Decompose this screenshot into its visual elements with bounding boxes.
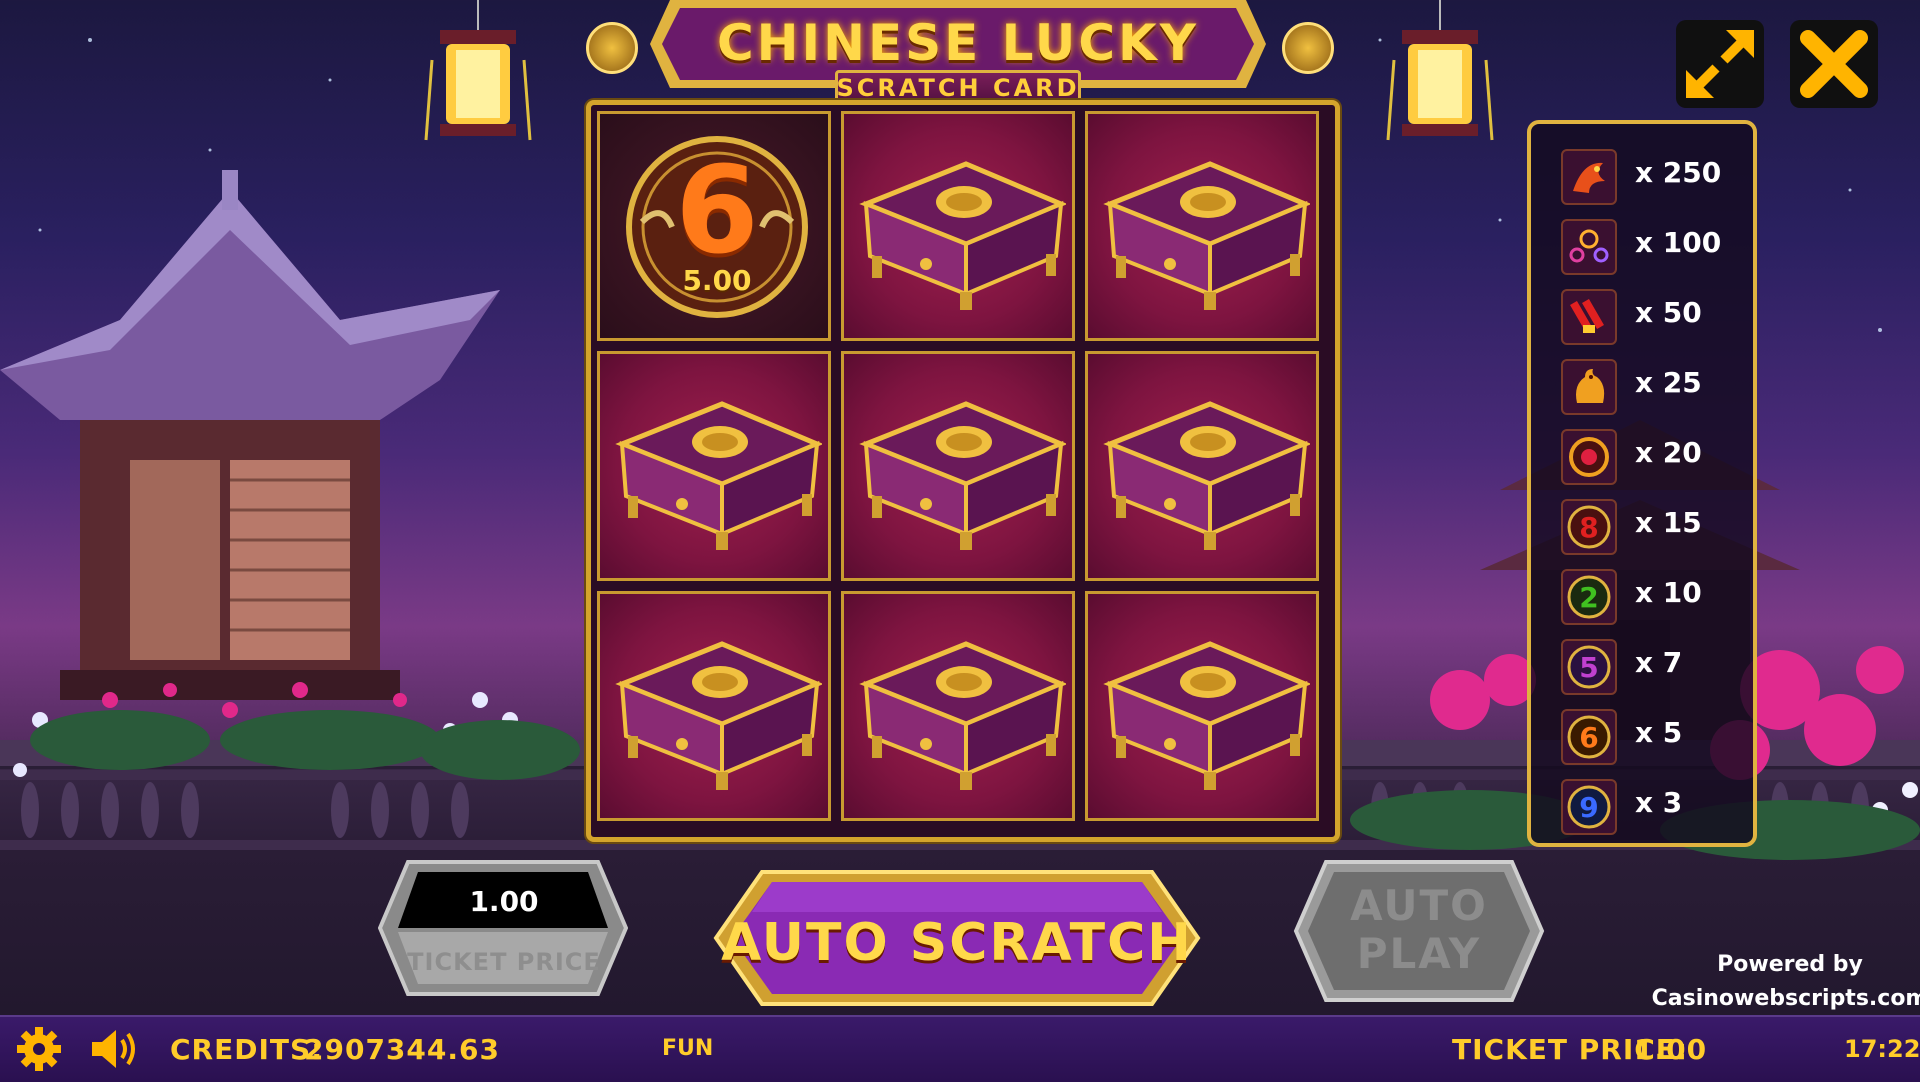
number-2-icon: 2 xyxy=(1561,569,1617,625)
revealed-symbol: 6 xyxy=(675,142,759,281)
multiplier-label: x 250 xyxy=(1635,156,1722,189)
title-medallion-left xyxy=(586,22,638,74)
scratch-cell-1[interactable]: 6 5.00 xyxy=(597,111,831,341)
auto-play-line-1: AUTO xyxy=(1350,881,1488,930)
close-button[interactable] xyxy=(1790,20,1878,108)
number-5-icon: 5 xyxy=(1561,639,1617,695)
scratch-cell-5[interactable] xyxy=(841,351,1075,581)
scratch-cell-2[interactable] xyxy=(841,111,1075,341)
treasure-chest-icon xyxy=(612,624,822,794)
scratch-cell-3[interactable] xyxy=(1085,111,1319,341)
ticket-price-label: TICKET PRICE xyxy=(407,948,601,976)
treasure-chest-icon xyxy=(856,624,1066,794)
number-9-icon: 9 xyxy=(1561,779,1617,835)
revealed-prize-value: 5.00 xyxy=(682,264,752,297)
auto-play-line-2: PLAY xyxy=(1356,929,1482,978)
powered-by-line-1: Powered by xyxy=(1717,952,1863,977)
lantern-left xyxy=(424,0,532,141)
gear-icon[interactable] xyxy=(16,1026,62,1072)
paytable-row: 8 x 15 xyxy=(1561,494,1751,555)
treasure-chest-icon xyxy=(1100,144,1310,314)
paytable-row: 5 x 7 xyxy=(1561,634,1751,695)
fireworks-icon xyxy=(1561,219,1617,275)
speaker-icon[interactable] xyxy=(88,1026,140,1072)
paytable-row: 9 x 3 xyxy=(1561,774,1751,835)
treasure-chest-icon xyxy=(612,384,822,554)
scratch-cell-7[interactable] xyxy=(597,591,831,821)
multiplier-label: x 15 xyxy=(1635,506,1702,539)
paytable-row: x 50 xyxy=(1561,284,1751,345)
treasure-chest-icon xyxy=(1100,624,1310,794)
svg-text:8: 8 xyxy=(1579,511,1598,544)
ticket-price-selector[interactable] xyxy=(378,858,628,998)
play-mode: FUN xyxy=(662,1036,714,1061)
scratch-cell-6[interactable] xyxy=(1085,351,1319,581)
ticket-price-status-value: 1.00 xyxy=(1634,1033,1708,1066)
multiplier-label: x 25 xyxy=(1635,366,1702,399)
multiplier-label: x 5 xyxy=(1635,716,1683,749)
multiplier-label: x 10 xyxy=(1635,576,1702,609)
number-6-icon: 6 xyxy=(1561,709,1617,765)
game-subtitle: SCRATCH CARD xyxy=(836,74,1080,102)
treasure-chest-icon xyxy=(1100,384,1310,554)
dragon-icon xyxy=(1561,149,1617,205)
scratch-board: 6 5.00 xyxy=(586,100,1340,842)
rooster-icon xyxy=(1561,359,1617,415)
scratch-cell-9[interactable] xyxy=(1085,591,1319,821)
paytable-row: x 100 xyxy=(1561,214,1751,275)
paytable-row: 6 x 5 xyxy=(1561,704,1751,765)
paytable: x 250 x 100 x 50 x 25 x 20 8 x 15 2 x 10… xyxy=(1527,120,1757,847)
svg-text:5: 5 xyxy=(1579,651,1598,684)
multiplier-label: x 20 xyxy=(1635,436,1702,469)
scratch-cell-8[interactable] xyxy=(841,591,1075,821)
fullscreen-arrows-icon xyxy=(1686,30,1754,98)
svg-text:6: 6 xyxy=(1579,721,1598,754)
clock: 17:22 xyxy=(1844,1035,1920,1063)
multiplier-label: x 7 xyxy=(1635,646,1683,679)
paytable-row: x 20 xyxy=(1561,424,1751,485)
flower-bushes-left xyxy=(13,682,580,780)
close-x-icon xyxy=(1800,30,1868,98)
svg-text:2: 2 xyxy=(1579,581,1598,614)
title-medallion-right xyxy=(1282,22,1334,74)
svg-text:9: 9 xyxy=(1579,791,1598,824)
firecrackers-icon xyxy=(1561,289,1617,345)
paytable-row: x 25 xyxy=(1561,354,1751,415)
auto-play-label: AUTO PLAY xyxy=(1302,882,1536,978)
fullscreen-button[interactable] xyxy=(1676,20,1764,108)
lantern-right xyxy=(1386,0,1494,141)
pagoda-pavilion xyxy=(0,170,500,700)
number-8-icon: 8 xyxy=(1561,499,1617,555)
ticket-price-value: 1.00 xyxy=(469,885,539,918)
multiplier-label: x 50 xyxy=(1635,296,1702,329)
treasure-chest-icon xyxy=(856,384,1066,554)
auto-scratch-label: AUTO SCRATCH xyxy=(721,913,1193,973)
paytable-row: 2 x 10 xyxy=(1561,564,1751,625)
multiplier-label: x 3 xyxy=(1635,786,1683,819)
powered-by: Powered by Casinowebscripts.com xyxy=(1640,948,1920,1016)
treasure-chest-icon xyxy=(856,144,1066,314)
credits-value: 2907344.63 xyxy=(304,1033,500,1066)
paytable-row: x 250 xyxy=(1561,144,1751,205)
powered-by-link[interactable]: Casinowebscripts.com xyxy=(1640,982,1920,1016)
scratch-cell-4[interactable] xyxy=(597,351,831,581)
credits-label: CREDITS: xyxy=(170,1033,324,1066)
medallion-icon xyxy=(1561,429,1617,485)
multiplier-label: x 100 xyxy=(1635,226,1722,259)
